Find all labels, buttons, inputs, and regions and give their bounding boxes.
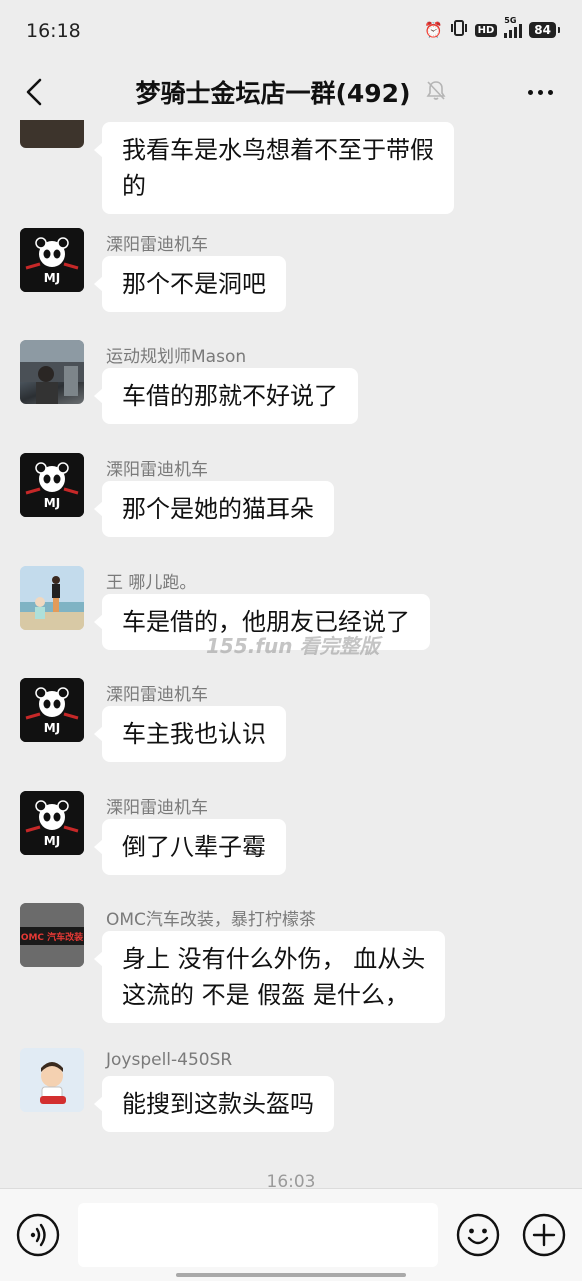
avatar[interactable]: OMC 汽车改装	[20, 903, 84, 967]
message-text: 的	[122, 172, 146, 200]
svg-text:MJ: MJ	[44, 721, 60, 735]
avatar[interactable]	[20, 340, 84, 404]
sender-name: 王 哪儿跑。	[106, 573, 197, 593]
svg-text:MJ: MJ	[44, 271, 60, 285]
message-bubble[interactable]: 我看车是水鸟想着不至于带假 的	[94, 122, 454, 214]
more-options-button[interactable]	[518, 72, 562, 112]
sender-name: 运动规划师Mason	[106, 347, 247, 367]
message-bubble[interactable]: 车主我也认识	[94, 706, 286, 762]
voice-button[interactable]	[16, 1213, 60, 1257]
more-actions-button[interactable]	[522, 1213, 566, 1257]
mute-bell-icon	[425, 78, 447, 107]
home-indicator[interactable]	[176, 1273, 406, 1277]
message-bubble[interactable]: 倒了八辈子霉	[94, 819, 286, 875]
message-bubble[interactable]: 车借的那就不好说了	[94, 368, 358, 424]
message-bubble[interactable]: 那个不是洞吧	[94, 256, 286, 312]
avatar[interactable]	[20, 1048, 84, 1112]
avatar[interactable]: MJ	[20, 791, 84, 855]
avatar[interactable]: MJ	[20, 228, 84, 292]
message-text: 倒了八辈子霉	[122, 833, 266, 861]
svg-text:MJ: MJ	[44, 496, 60, 510]
message-text: 那个不是洞吧	[122, 270, 266, 298]
emoji-button[interactable]	[456, 1213, 500, 1257]
input-bar	[0, 1188, 582, 1281]
sender-name: 溧阳雷迪机车	[106, 235, 208, 255]
message-bubble[interactable]: 身上 没有什么外伤， 血从头 这流的 不是 假盔 是什么，	[93, 931, 446, 1023]
status-icons: ⏰ HD 5G 84	[423, 16, 560, 40]
emoji-icon	[456, 1213, 500, 1257]
sender-name: OMC汽车改装，暴打柠檬茶	[106, 910, 316, 930]
sender-name: 溧阳雷迪机车	[106, 460, 208, 480]
avatar[interactable]	[20, 120, 84, 148]
message-text: 车借的那就不好说了	[122, 382, 338, 410]
vibrate-icon	[450, 20, 468, 40]
message-text: 能搜到这款头盔吗	[122, 1090, 314, 1118]
message-text: 那个是她的猫耳朵	[122, 495, 314, 523]
sender-name: Joyspell-450SR	[106, 1050, 233, 1070]
avatar[interactable]	[20, 566, 84, 630]
svg-text:OMC 汽车改装: OMC 汽车改装	[21, 931, 84, 943]
message-bubble[interactable]: 那个是她的猫耳朵	[94, 481, 334, 537]
sender-name: 溧阳雷迪机车	[106, 798, 208, 818]
alarm-icon: ⏰	[423, 21, 443, 39]
status-bar: 16:18 ⏰ HD 5G 84	[0, 0, 582, 64]
sender-name: 溧阳雷迪机车	[106, 685, 208, 705]
battery-indicator: 84	[529, 22, 560, 38]
message-list[interactable]: 我看车是水鸟想着不至于带假 的 MJ 溧阳雷迪机车 那个不是洞吧 运动规划师Ma…	[0, 120, 582, 1188]
plus-icon	[522, 1213, 566, 1257]
signal-icon: 5G	[504, 16, 523, 38]
watermark-text: 155.fun 看完整版	[206, 634, 380, 658]
message-input[interactable]	[78, 1203, 438, 1267]
message-text: 身上 没有什么外伤， 血从头	[122, 945, 426, 973]
hd-badge: HD	[474, 23, 498, 37]
avatar[interactable]: MJ	[20, 453, 84, 517]
message-text: 这流的 不是 假盔 是什么，	[122, 981, 409, 1009]
message-text: 我看车是水鸟想着不至于带假	[122, 136, 434, 164]
time-separator: 16:03	[266, 1172, 316, 1188]
avatar[interactable]: MJ	[20, 678, 84, 742]
message-bubble[interactable]: 能搜到这款头盔吗	[94, 1076, 334, 1132]
voice-icon	[16, 1213, 60, 1257]
status-time: 16:18	[26, 20, 81, 42]
chat-title[interactable]: 梦骑士金坛店一群(492)	[135, 74, 410, 110]
message-text: 车主我也认识	[122, 720, 266, 748]
chat-header: 梦骑士金坛店一群(492)	[0, 64, 582, 120]
svg-text:MJ: MJ	[44, 834, 60, 848]
